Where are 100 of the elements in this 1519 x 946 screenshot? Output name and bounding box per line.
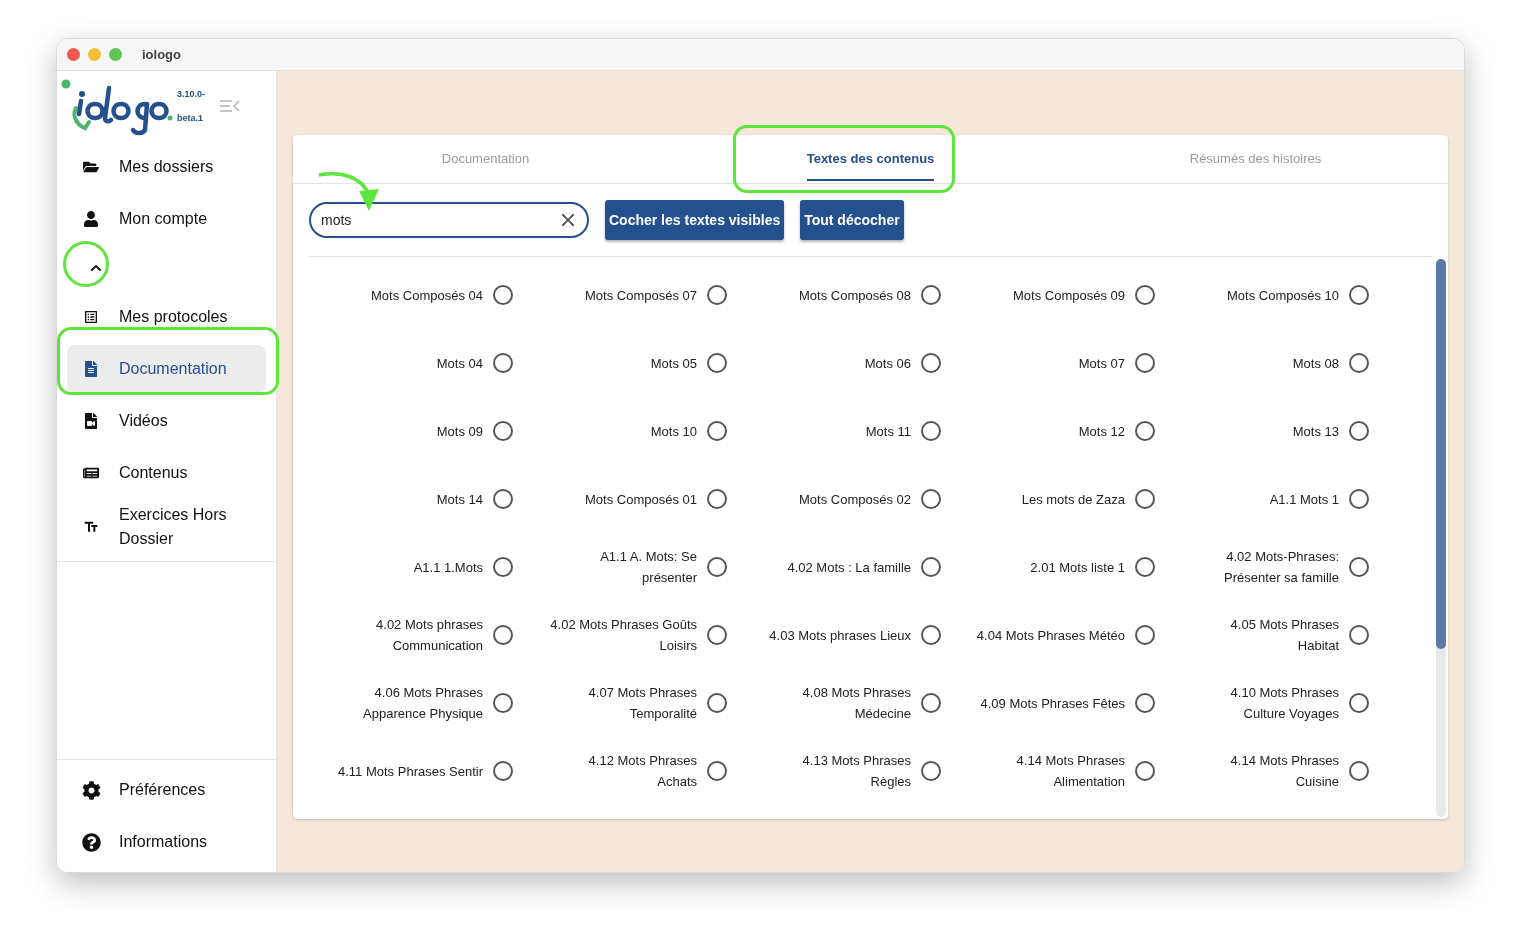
- text-label: 4.02 Mots Phrases Goûts Loisirs: [550, 616, 697, 655]
- text-label: 4.09 Mots Phrases Fêtes: [980, 694, 1125, 713]
- text-label: 4.08 Mots Phrases Médecine: [802, 684, 911, 723]
- radio-button[interactable]: [1349, 353, 1369, 373]
- text-label: Mots Composés 02: [799, 490, 911, 509]
- radio-button[interactable]: [921, 557, 941, 577]
- text-label: 2.01 Mots liste 1: [1030, 558, 1125, 577]
- help-icon: [81, 832, 101, 852]
- radio-button[interactable]: [1349, 625, 1369, 645]
- radio-button[interactable]: [1349, 761, 1369, 781]
- text-label: Mots Composés 01: [585, 490, 697, 509]
- radio-button[interactable]: [493, 693, 513, 713]
- version-label: beta.1: [177, 113, 204, 123]
- radio-button[interactable]: [493, 557, 513, 577]
- article-icon: [83, 465, 99, 481]
- sidebar-item[interactable]: Mes protocoles: [67, 293, 266, 341]
- radio-button[interactable]: [921, 285, 941, 305]
- search-field[interactable]: mots: [309, 202, 589, 238]
- sidebar-item[interactable]: Exercices Hors Dossier: [67, 501, 266, 553]
- radio-button[interactable]: [707, 625, 727, 645]
- text-label: 4.11 Mots Phrases Sentir: [338, 762, 483, 781]
- radio-button[interactable]: [707, 693, 727, 713]
- radio-button[interactable]: [493, 489, 513, 509]
- window-title: iologo: [142, 47, 181, 62]
- radio-button[interactable]: [921, 421, 941, 441]
- text-icon: [83, 519, 99, 535]
- radio-button[interactable]: [1135, 421, 1155, 441]
- settings-icon: [81, 780, 101, 800]
- text-label: 4.12 Mots Phrases Achats: [588, 752, 697, 791]
- list-icon: [83, 309, 99, 325]
- text-label: Mots 09: [436, 422, 483, 441]
- radio-button[interactable]: [1135, 557, 1155, 577]
- text-label: 4.02 Mots-Phrases: Présenter sa famille: [1224, 548, 1339, 587]
- text-label: 4.13 Mots Phrases Règles: [802, 752, 911, 791]
- version-label: 3.10.0-: [177, 89, 206, 99]
- radio-button[interactable]: [493, 353, 513, 373]
- radio-button[interactable]: [1135, 353, 1155, 373]
- radio-button[interactable]: [1349, 557, 1369, 577]
- radio-button[interactable]: [1349, 489, 1369, 509]
- sidebar-item[interactable]: Mes dossiers: [67, 143, 266, 191]
- text-label: Mots 13: [1292, 422, 1339, 441]
- radio-button[interactable]: [707, 557, 727, 577]
- text-label: 4.04 Mots Phrases Météo: [976, 626, 1125, 645]
- document-icon: [83, 361, 99, 377]
- radio-button[interactable]: [921, 489, 941, 509]
- tab[interactable]: Textes des contenus: [678, 135, 1063, 183]
- radio-button[interactable]: [921, 625, 941, 645]
- radio-button[interactable]: [1349, 285, 1369, 305]
- radio-button[interactable]: [1349, 421, 1369, 441]
- text-label: 4.02 Mots : La famille: [787, 558, 911, 577]
- radio-button[interactable]: [921, 761, 941, 781]
- sidebar-item[interactable]: Contenus: [67, 449, 266, 497]
- sidebar-item[interactable]: Documentation: [67, 345, 266, 393]
- radio-button[interactable]: [1135, 625, 1155, 645]
- radio-button[interactable]: [921, 353, 941, 373]
- radio-button[interactable]: [1135, 489, 1155, 509]
- text-label: Mots Composés 08: [799, 286, 911, 305]
- radio-button[interactable]: [707, 761, 727, 781]
- close-button[interactable]: [67, 48, 80, 61]
- text-label: 4.14 Mots Phrases Alimentation: [1016, 752, 1125, 791]
- text-label: Mots 12: [1078, 422, 1125, 441]
- text-label: A1.1 1.Mots: [413, 558, 483, 577]
- person-icon: [83, 211, 99, 227]
- text-label: Mots 10: [650, 422, 697, 441]
- radio-button[interactable]: [707, 285, 727, 305]
- chevron-up-icon: [90, 262, 102, 274]
- text-label: Mots 04: [436, 354, 483, 373]
- text-label: 4.02 Mots phrases Communication: [376, 616, 483, 655]
- radio-button[interactable]: [1135, 761, 1155, 781]
- radio-button[interactable]: [921, 693, 941, 713]
- text-label: Mots Composés 07: [585, 286, 697, 305]
- sidebar-item[interactable]: Vidéos: [67, 397, 266, 445]
- text-label: 4.14 Mots Phrases Cuisine: [1230, 752, 1339, 791]
- radio-button[interactable]: [707, 421, 727, 441]
- radio-button[interactable]: [493, 285, 513, 305]
- text-label: Mots 05: [650, 354, 697, 373]
- sidebar-item[interactable]: Préférences: [67, 766, 266, 814]
- text-label: 4.03 Mots phrases Lieux: [769, 626, 911, 645]
- highlight-ring: [63, 241, 109, 287]
- sidebar-item[interactable]: Informations: [67, 818, 266, 866]
- radio-button[interactable]: [493, 761, 513, 781]
- scrollbar[interactable]: [1436, 259, 1446, 817]
- action-button[interactable]: Cocher les textes visibles: [605, 200, 785, 240]
- text-label: Mots 08: [1292, 354, 1339, 373]
- radio-button[interactable]: [1349, 693, 1369, 713]
- text-label: Mots Composés 10: [1227, 286, 1339, 305]
- text-label: Mots Composés 09: [1013, 286, 1125, 305]
- text-label: Mots 06: [864, 354, 911, 373]
- radio-button[interactable]: [1135, 693, 1155, 713]
- sidebar-item[interactable]: Mon compte: [67, 195, 266, 243]
- radio-button[interactable]: [493, 421, 513, 441]
- action-button[interactable]: Tout décocher: [800, 200, 904, 240]
- text-label: Mots 11: [865, 422, 911, 441]
- radio-button[interactable]: [707, 489, 727, 509]
- radio-button[interactable]: [1135, 285, 1155, 305]
- text-label: Les mots de Zaza: [1021, 490, 1125, 509]
- radio-button[interactable]: [707, 353, 727, 373]
- radio-button[interactable]: [493, 625, 513, 645]
- video-file-icon: [83, 413, 99, 429]
- text-label: A1.1 A. Mots: Se présenter: [600, 548, 697, 587]
